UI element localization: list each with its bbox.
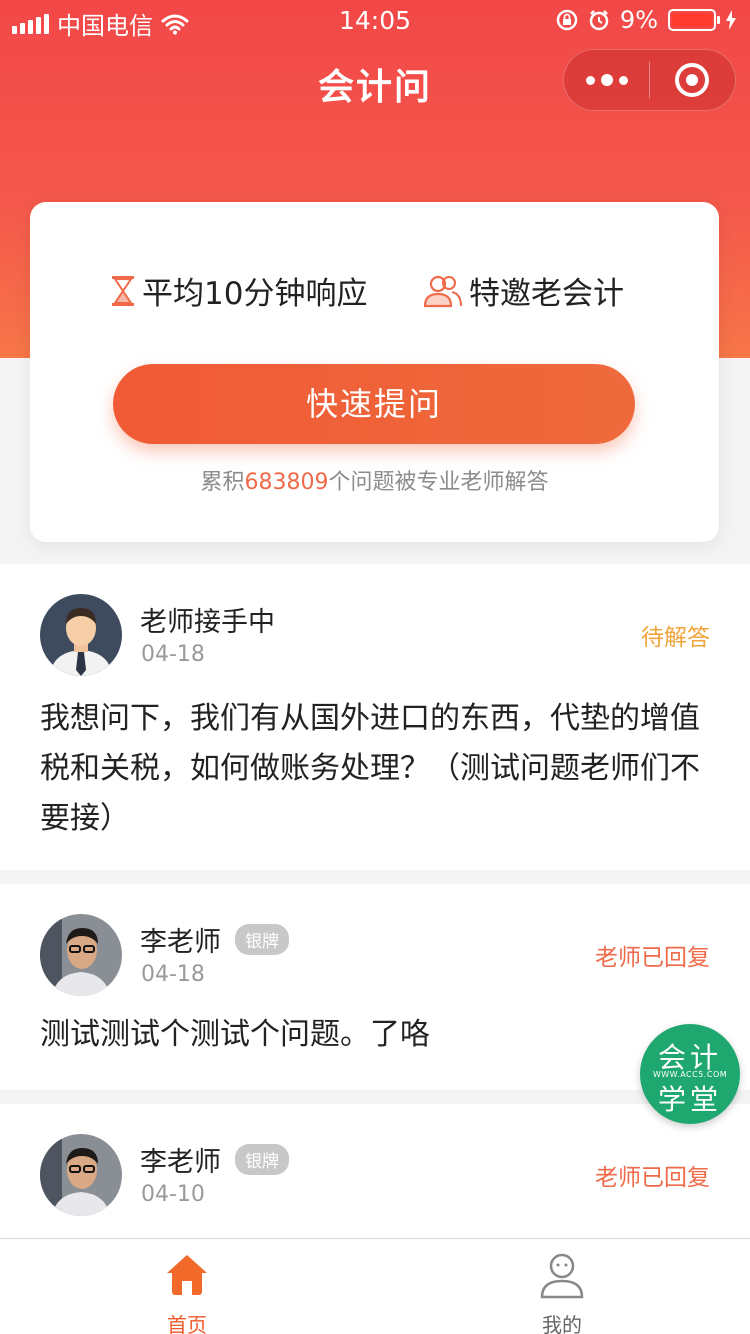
question-date: 04-10 (141, 1182, 205, 1207)
question-item[interactable]: 李老师 银牌 04-10 老师已回复 (0, 1104, 750, 1238)
acc5-float-badge[interactable]: 会计 WWW.ACC5.COM 学堂 (640, 1024, 740, 1124)
avatar (40, 594, 122, 676)
battery-icon (668, 9, 720, 31)
feature-senior-accountant: 特邀老会计 (423, 268, 624, 313)
question-item[interactable]: 老师接手中 04-18 待解答 我想问下，我们有从国外进口的东西，代垫的增值税和… (0, 564, 750, 870)
teacher-name: 老师接手中 (140, 607, 275, 638)
rotation-lock-icon (556, 9, 578, 31)
tab-home[interactable]: 首页 (87, 1239, 287, 1334)
more-dot-icon (600, 74, 613, 86)
rank-badge: 银牌 (235, 1144, 289, 1175)
question-status: 老师已回复 (595, 945, 710, 971)
question-status: 老师已回复 (595, 1165, 710, 1191)
user-icon (540, 1253, 584, 1299)
close-button[interactable] (650, 49, 735, 111)
tab-home-label: 首页 (167, 1313, 207, 1334)
battery-percent: 9% (619, 6, 658, 34)
stats-prefix: 累积 (200, 470, 245, 495)
home-icon (167, 1255, 207, 1295)
stats-count: 683809 (244, 470, 329, 495)
teacher-photo (40, 914, 122, 996)
question-text: 测试测试个测试个问题。了咯 (40, 1017, 430, 1052)
question-date: 04-18 (141, 962, 205, 987)
quick-ask-button[interactable]: 快速提问 (113, 364, 635, 444)
status-bar: 中国电信 14:05 9% (0, 0, 750, 40)
name-row: 老师接手中 (140, 600, 275, 639)
tab-mine[interactable]: 我的 (462, 1239, 662, 1334)
hourglass-icon (112, 275, 134, 306)
feature-senior-label: 特邀老会计 (469, 276, 624, 312)
teacher-photo (40, 1134, 122, 1216)
features-row: 平均10分钟响应 特邀老会计 (30, 268, 719, 314)
name-row: 李老师 银牌 (140, 920, 289, 959)
tab-mine-label: 我的 (542, 1313, 582, 1334)
users-icon (423, 275, 462, 307)
rank-badge: 银牌 (235, 924, 289, 955)
tab-bar: 首页 我的 (0, 1238, 750, 1334)
badge-line2: 学堂 (657, 1083, 722, 1116)
name-row: 李老师 银牌 (140, 1140, 289, 1179)
charging-icon (726, 10, 736, 30)
feature-response-time: 平均10分钟响应 (110, 268, 367, 313)
more-button[interactable] (564, 49, 649, 111)
stats-suffix: 个问题被专业老师解答 (328, 470, 549, 495)
question-status: 待解答 (641, 625, 710, 651)
more-dot-icon (618, 75, 628, 85)
question-item[interactable]: 李老师 银牌 04-18 老师已回复 测试测试个测试个问题。了咯 (0, 884, 750, 1090)
miniprogram-capsule (563, 49, 736, 111)
question-text: 我想问下，我们有从国外进口的东西，代垫的增值税和关税，如何做账务处理？（测试问题… (40, 701, 700, 836)
avatar (40, 1134, 122, 1216)
teacher-name: 李老师 (140, 927, 221, 958)
avatar (40, 914, 122, 996)
stats-text: 累积683809个问题被专业老师解答 (30, 464, 719, 496)
target-close-icon (675, 63, 710, 97)
alarm-icon (589, 10, 609, 31)
question-date: 04-18 (141, 642, 205, 667)
default-avatar-icon (40, 594, 122, 676)
teacher-name: 李老师 (140, 1147, 221, 1178)
hero-card: 平均10分钟响应 特邀老会计 快速提问 累积683809个问题被专业老师解答 (30, 202, 719, 542)
feature-response-label: 平均10分钟响应 (142, 276, 368, 312)
more-dot-icon (585, 75, 595, 85)
status-right: 9% (556, 6, 736, 34)
